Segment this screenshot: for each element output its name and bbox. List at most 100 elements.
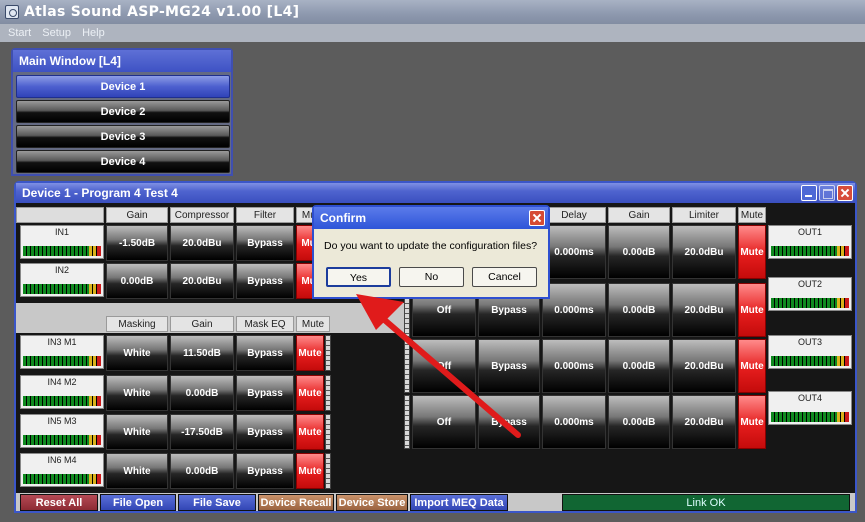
level-meter [771, 356, 849, 366]
main-window: Main Window [L4] Device 1 Device 2 Devic… [11, 48, 233, 176]
file-save-button[interactable]: File Save [178, 494, 256, 511]
channel-out3[interactable]: OUT3 [768, 335, 852, 369]
out2-delay-button[interactable]: 0.000ms [542, 283, 606, 337]
device-window-title: Device 1 - Program 4 Test 4 [16, 183, 855, 203]
out3-delay-button[interactable]: 0.000ms [542, 339, 606, 393]
menu-start[interactable]: Start [0, 24, 35, 42]
out2-limiter-button[interactable]: 20.0dBu [672, 283, 736, 337]
channel-in2[interactable]: IN2 [20, 263, 104, 297]
reset-all-button[interactable]: Reset All [20, 494, 98, 511]
in4-led-indicator [325, 375, 331, 411]
level-meter [23, 356, 101, 366]
out2-mute-button[interactable]: Mute [738, 283, 766, 337]
device-4-button[interactable]: Device 4 [16, 150, 230, 173]
header-compressor: Compressor [170, 207, 234, 223]
dialog-title: Confirm [314, 207, 548, 229]
in2-gain-button[interactable]: 0.00dB [106, 263, 168, 299]
channel-in1[interactable]: IN1 [20, 225, 104, 259]
level-meter [771, 412, 849, 422]
in1-gain-button[interactable]: -1.50dB [106, 225, 168, 261]
level-meter [23, 435, 101, 445]
channel-label: OUT1 [797, 227, 822, 237]
menu-setup[interactable]: Setup [38, 24, 75, 42]
import-meq-data-button[interactable]: Import MEQ Data [410, 494, 508, 511]
out3-mute-button[interactable]: Mute [738, 339, 766, 393]
channel-in6-m4[interactable]: IN6 M4 [20, 453, 104, 487]
in6-masking-button[interactable]: White [106, 453, 168, 489]
header-mic-gain: Gain [170, 316, 234, 332]
channel-label: OUT2 [797, 279, 822, 289]
header-delay: Delay [542, 207, 606, 223]
channel-label: OUT4 [797, 393, 822, 403]
in3-masking-button[interactable]: White [106, 335, 168, 371]
in5-led-indicator [325, 414, 331, 450]
in3-gain-button[interactable]: 11.50dB [170, 335, 234, 371]
channel-label: OUT3 [797, 337, 822, 347]
in3-mask-eq-button[interactable]: Bypass [236, 335, 294, 371]
channel-label: IN5 M3 [47, 416, 77, 426]
app-title-bar: Atlas Sound ASP-MG24 v1.00 [L4] [0, 0, 865, 24]
in4-gain-button[interactable]: 0.00dB [170, 375, 234, 411]
in2-compressor-button[interactable]: 20.0dBu [170, 263, 234, 299]
in5-mask-eq-button[interactable]: Bypass [236, 414, 294, 450]
in6-mute-button[interactable]: Mute [296, 453, 324, 489]
in6-gain-button[interactable]: 0.00dB [170, 453, 234, 489]
device-2-button[interactable]: Device 2 [16, 100, 230, 123]
out4-delay-button[interactable]: 0.000ms [542, 395, 606, 449]
in4-mask-eq-button[interactable]: Bypass [236, 375, 294, 411]
in3-led-indicator [325, 335, 331, 371]
maximize-icon[interactable] [819, 185, 835, 201]
in4-masking-button[interactable]: White [106, 375, 168, 411]
channel-label: IN2 [54, 265, 69, 275]
minimize-icon[interactable] [801, 185, 817, 201]
in1-filter-button[interactable]: Bypass [236, 225, 294, 261]
in5-gain-button[interactable]: -17.50dB [170, 414, 234, 450]
app-title: Atlas Sound ASP-MG24 v1.00 [L4] [24, 4, 300, 20]
header-mic-mute: Mute [296, 316, 330, 332]
out4-mute-button[interactable]: Mute [738, 395, 766, 449]
header-out-gain: Gain [608, 207, 670, 223]
channel-out2[interactable]: OUT2 [768, 277, 852, 311]
channel-in4-m2[interactable]: IN4 M2 [20, 375, 104, 409]
out2-gain-button[interactable]: 0.00dB [608, 283, 670, 337]
out4-limiter-button[interactable]: 20.0dBu [672, 395, 736, 449]
header-gain: Gain [106, 207, 168, 223]
in3-mute-button[interactable]: Mute [296, 335, 324, 371]
out3-limiter-button[interactable]: 20.0dBu [672, 339, 736, 393]
in2-filter-button[interactable]: Bypass [236, 263, 294, 299]
header-limiter: Limiter [672, 207, 736, 223]
in6-mask-eq-button[interactable]: Bypass [236, 453, 294, 489]
out4-gain-button[interactable]: 0.00dB [608, 395, 670, 449]
channel-label: IN6 M4 [47, 455, 77, 465]
menu-help[interactable]: Help [78, 24, 109, 42]
link-status-indicator: Link OK [562, 494, 850, 511]
dialog-close-icon[interactable] [529, 210, 545, 226]
in4-mute-button[interactable]: Mute [296, 375, 324, 411]
channel-in5-m3[interactable]: IN5 M3 [20, 414, 104, 448]
file-open-button[interactable]: File Open [100, 494, 176, 511]
out1-limiter-button[interactable]: 20.0dBu [672, 225, 736, 279]
device-1-button[interactable]: Device 1 [16, 75, 230, 98]
header-masking: Masking [106, 316, 168, 332]
level-meter [23, 474, 101, 484]
in1-compressor-button[interactable]: 20.0dBu [170, 225, 234, 261]
level-meter [23, 246, 101, 256]
out1-mute-button[interactable]: Mute [738, 225, 766, 279]
in5-masking-button[interactable]: White [106, 414, 168, 450]
in6-led-indicator [325, 453, 331, 489]
channel-label: IN1 [54, 227, 69, 237]
device-recall-button[interactable]: Device Recall [258, 494, 334, 511]
device-3-button[interactable]: Device 3 [16, 125, 230, 148]
channel-out1[interactable]: OUT1 [768, 225, 852, 259]
header-mask-eq: Mask EQ [236, 316, 294, 332]
annotation-arrow-icon [356, 294, 521, 438]
header-filter: Filter [236, 207, 294, 223]
out1-gain-button[interactable]: 0.00dB [608, 225, 670, 279]
channel-in3-m1[interactable]: IN3 M1 [20, 335, 104, 369]
channel-out4[interactable]: OUT4 [768, 391, 852, 425]
out3-gain-button[interactable]: 0.00dB [608, 339, 670, 393]
in5-mute-button[interactable]: Mute [296, 414, 324, 450]
device-store-button[interactable]: Device Store [336, 494, 408, 511]
out1-delay-button[interactable]: 0.000ms [542, 225, 606, 279]
close-icon[interactable] [837, 185, 853, 201]
